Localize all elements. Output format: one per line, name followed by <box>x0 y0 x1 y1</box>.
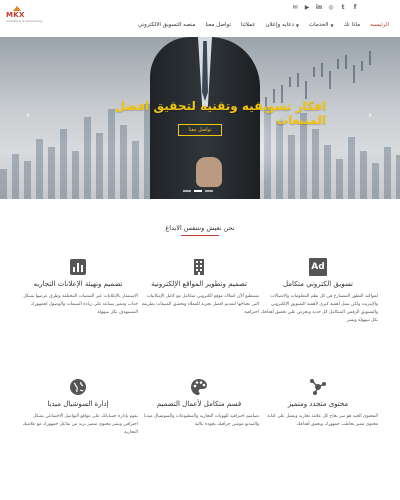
slider-dot-active[interactable] <box>194 190 202 192</box>
hero-bg-candle <box>321 63 323 77</box>
slider-prev-icon[interactable]: ‹ <box>26 110 30 121</box>
feature-desc: تستطيع الآن امتلاك موقع الكتروني متكامل … <box>141 294 259 315</box>
nav-label: تواصل معنا <box>205 22 231 28</box>
feature-title: تصميم وتطوير المواقع الإلكترونية <box>151 280 247 288</box>
instagram-icon[interactable]: ◎ <box>327 3 335 11</box>
nav-label: منصه التسويق الالكتروني <box>138 22 196 28</box>
hero-bg-candle <box>361 61 363 71</box>
palette-icon <box>190 378 208 396</box>
hero-bg-candle <box>337 59 339 69</box>
feature-title: محتوى متجدد ومتميز <box>287 400 349 408</box>
hero-bg-candle <box>345 55 347 69</box>
hero-bg-candle <box>329 71 331 89</box>
logo-text: MKX <box>6 11 25 19</box>
linkedin-icon[interactable]: in <box>315 3 323 11</box>
nav-about[interactable]: ماذا نك <box>339 17 366 33</box>
feature-card: Ad تسويق الكتروني متكامل لمواكبه التطور … <box>258 258 378 325</box>
chevron-down-icon: ▼ <box>330 22 334 28</box>
nav-label: عملائنا <box>240 22 256 28</box>
twitter-icon[interactable]: t <box>339 3 347 11</box>
feature-desc: تصاميم احترافيه للهويات التجاريه والمطبو… <box>144 414 259 427</box>
nav-contact[interactable]: تواصل معنا <box>200 17 235 33</box>
feature-card: قسم متكامل لأعمال التصميم تصاميم احترافي… <box>139 378 259 429</box>
nav-label: الخدمات <box>309 22 329 28</box>
chevron-down-icon: ▼ <box>295 22 299 28</box>
top-bar: ✉ ▶ in ◎ t f <box>0 0 400 13</box>
nav-label: دعايه وإعلان <box>265 22 294 28</box>
slider-dots <box>183 190 213 192</box>
nav-advertising[interactable]: دعايه وإعلان ▼ <box>261 17 305 33</box>
hero-title: افكار تسويقيه وتقنيه لتحقيق افضل المبيعا… <box>114 99 326 127</box>
slider-dot[interactable] <box>205 190 213 192</box>
feature-desc: المحتوى الجيد هو سر نجاح كل علامه تجاريه… <box>267 414 378 427</box>
nav-label: ماذا نك <box>343 22 361 28</box>
hub-icon <box>309 378 327 396</box>
slider-next-icon[interactable]: › <box>368 110 372 121</box>
feature-card: محتوى متجدد ومتميز المحتوى الجيد هو سر ن… <box>258 378 378 429</box>
feature-desc: نقوم بإدارة حساباتك على مواقع التواصل ال… <box>22 414 138 435</box>
nav-clients[interactable]: عملائنا <box>236 17 261 33</box>
brand-logo[interactable]: MKX marketing & advertising <box>6 6 42 24</box>
hero-bg-candle <box>313 67 315 77</box>
hero-hand <box>196 157 222 187</box>
ad-icon: Ad <box>309 258 327 276</box>
nav-label: الرئيسيه <box>370 22 389 28</box>
globe-icon <box>69 378 87 396</box>
logo-tagline: marketing & advertising <box>6 19 43 23</box>
slider-dot[interactable] <box>183 190 191 192</box>
feature-card: إدارة السوشيال ميديا نقوم بإدارة حساباتك… <box>18 378 138 437</box>
feature-desc: الاستثمار بالإعلانات عبر المنصات المختلف… <box>23 294 138 315</box>
facebook-icon[interactable]: f <box>351 3 359 11</box>
hero-bg-candle <box>297 73 299 87</box>
hero-bg-candle <box>289 77 291 87</box>
building-icon <box>190 258 208 276</box>
feature-title: تصميم وتهيئة الإعلانات التجاريه <box>33 280 123 288</box>
chart-icon <box>69 258 87 276</box>
feature-desc: لمواكبه التطور المتسارع في كل نظم المعلو… <box>260 294 378 323</box>
nav-home[interactable]: الرئيسيه <box>365 17 394 33</box>
hero-bg-candle <box>369 51 371 65</box>
main-nav: الرئيسيه ماذا نك الخدمات ▼ دعايه وإعلان ▼ … <box>60 16 394 34</box>
section-title-underline <box>181 235 219 236</box>
feature-title: إدارة السوشيال ميديا <box>47 400 109 408</box>
email-icon[interactable]: ✉ <box>291 3 299 11</box>
feature-card: تصميم وتطوير المواقع الإلكترونية تستطيع … <box>139 258 259 317</box>
hero-bg-candle <box>353 65 355 83</box>
social-links: ✉ ▶ in ◎ t f <box>291 3 359 11</box>
feature-title: تسويق الكتروني متكامل <box>282 280 354 288</box>
nav-platform[interactable]: منصه التسويق الالكتروني <box>133 17 200 33</box>
feature-title: قسم متكامل لأعمال التصميم <box>156 400 242 408</box>
feature-card: تصميم وتهيئة الإعلانات التجاريه الاستثما… <box>18 258 138 317</box>
nav-services[interactable]: الخدمات ▼ <box>304 17 339 33</box>
section-title: نحن نعيش ونتنفس الابداع <box>165 224 235 232</box>
hero-contact-button[interactable]: تواصل معنا <box>178 124 222 136</box>
hero-bg-candle <box>305 81 307 99</box>
youtube-icon[interactable]: ▶ <box>303 3 311 11</box>
